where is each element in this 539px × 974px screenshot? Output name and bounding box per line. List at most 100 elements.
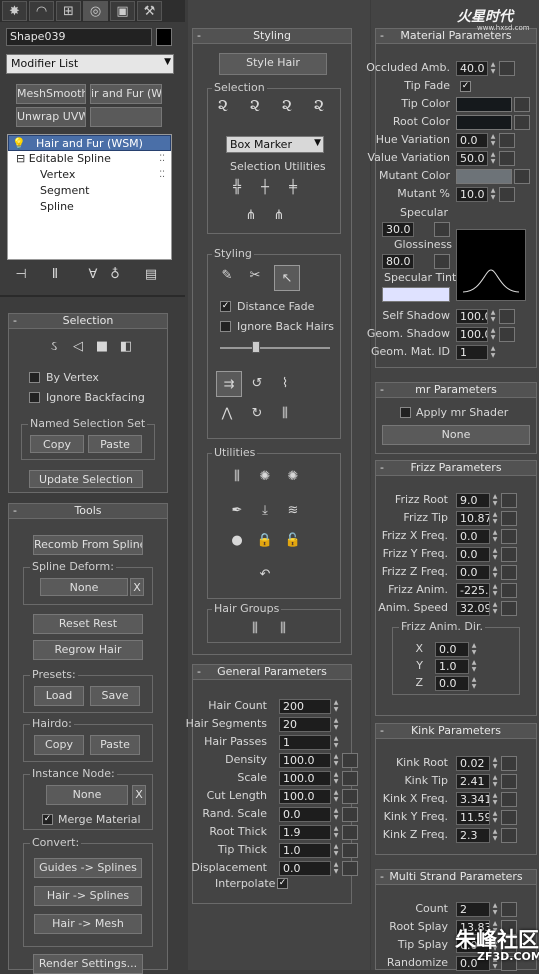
modify-icon[interactable]: ◠ (29, 1, 54, 21)
self-shadow-spinner[interactable]: 100.0 (456, 309, 488, 324)
load-preset-button[interactable]: Load (34, 686, 84, 706)
stack-item-spline[interactable]: Spline (8, 199, 171, 215)
spinner-arrows-icon[interactable]: ▲▼ (489, 345, 497, 360)
spinner-arrows-icon[interactable]: ▲▼ (489, 327, 497, 342)
root-color-swatch[interactable] (456, 115, 512, 130)
clump-icon[interactable]: ⋀ (218, 405, 236, 423)
show-hidden-icon[interactable]: ⋔ (270, 207, 288, 225)
invert-selection-icon[interactable]: ╬ (228, 179, 246, 197)
styling-rollout-header[interactable]: -Styling (193, 29, 351, 44)
spinner-arrows-icon[interactable]: ▲▼ (489, 151, 497, 166)
self-shadow-map-button[interactable] (499, 309, 515, 324)
unlock-icon[interactable]: 🔓 (284, 532, 302, 550)
merge-material-checkbox[interactable]: ✓ (42, 814, 53, 825)
modifier-list-dropdown[interactable]: Modifier List ▼ (6, 54, 174, 74)
spinner-arrows-icon[interactable]: ▲▼ (332, 699, 340, 714)
guides-to-splines-button[interactable]: Guides -> Splines (34, 858, 142, 878)
kink-y-freq-map-button[interactable] (501, 810, 517, 825)
spinner-arrows-icon[interactable]: ▲▼ (491, 792, 499, 807)
kink-parameters-header[interactable]: -Kink Parameters (376, 724, 536, 739)
show-end-result-icon[interactable]: Ⅱ (46, 266, 64, 284)
collapse-box-icon[interactable]: ⊟ (16, 152, 25, 165)
spinner-arrows-icon[interactable]: ▲▼ (489, 61, 497, 76)
select-hair-by-ends-icon[interactable]: ૨ (214, 97, 232, 115)
kink-tip-spinner[interactable]: 2.41 (456, 774, 490, 789)
root-thick-spinner[interactable]: 1.9 (279, 825, 331, 840)
frizz-z-freq-spinner[interactable]: 0.0 (456, 565, 490, 580)
geom-shadow-map-button[interactable] (499, 327, 515, 342)
undo-icon[interactable]: ↶ (256, 566, 274, 584)
spinner-arrows-icon[interactable]: ▲▼ (491, 902, 499, 917)
spinner-arrows-icon[interactable]: ▲▼ (470, 676, 478, 691)
density-spinner[interactable]: 100.0 (279, 753, 331, 768)
hue-variation-spinner[interactable]: 0.0 (456, 133, 488, 148)
frizz-root-spinner[interactable]: 9.0 (456, 493, 490, 508)
frizz-dir-x-spinner[interactable]: 0.0 (435, 642, 469, 657)
regrow-hair-button[interactable]: Regrow Hair (33, 640, 143, 660)
spinner-arrows-icon[interactable]: ▲▼ (332, 771, 340, 786)
geom-mat-id-spinner[interactable]: 1 (456, 345, 488, 360)
element-select-icon[interactable]: ◧ (117, 338, 135, 356)
save-preset-button[interactable]: Save (90, 686, 140, 706)
distance-fade-checkbox[interactable]: ✓ (220, 301, 231, 312)
frizz-y-freq-spinner[interactable]: 0.0 (456, 547, 490, 562)
scale-hair-icon[interactable]: ⫼ (276, 405, 294, 423)
stack-item-vertex[interactable]: Vertex ⁚⁚ (8, 167, 171, 183)
frizz-y-freq-map-button[interactable] (501, 547, 517, 562)
mr-parameters-header[interactable]: -mr Parameters (376, 383, 536, 398)
recomb-from-splines-button[interactable]: Recomb From Splines (33, 535, 143, 555)
spinner-arrows-icon[interactable]: ▲▼ (332, 735, 340, 750)
render-settings-button[interactable]: Render Settings... (33, 954, 143, 974)
lightbulb-icon[interactable]: 💡 (12, 136, 26, 152)
mutant-color-map-button[interactable] (514, 169, 530, 184)
hair-brush-icon[interactable]: ✎ (218, 267, 236, 285)
specular-map-button[interactable] (434, 222, 450, 237)
value-variation-map-button[interactable] (499, 151, 515, 166)
hair-fur-button[interactable]: ir and Fur (WS (90, 84, 162, 104)
spinner-arrows-icon[interactable]: ▲▼ (332, 825, 340, 840)
pop-selected-icon[interactable]: ✺ (256, 468, 274, 486)
spinner-arrows-icon[interactable]: ▲▼ (489, 309, 497, 324)
frizz-z-freq-map-button[interactable] (501, 565, 517, 580)
vertex-select-icon[interactable]: ઽ (45, 338, 63, 356)
kink-root-map-button[interactable] (501, 756, 517, 771)
unwrap-uvw-button[interactable]: Unwrap UVW (16, 107, 86, 127)
paste-selection-button[interactable]: Paste (88, 435, 142, 453)
configure-sets-icon[interactable]: ▤ (142, 266, 160, 284)
root-color-map-button[interactable] (514, 115, 530, 130)
density-map-button[interactable] (342, 753, 358, 768)
kink-x-freq-spinner[interactable]: 3.341 (456, 792, 490, 807)
spinner-arrows-icon[interactable]: ▲▼ (332, 789, 340, 804)
frizz-dir-z-spinner[interactable]: 0.0 (435, 676, 469, 691)
style-hair-button[interactable]: Style Hair (219, 53, 327, 75)
frizz-anim-spinner[interactable]: -225.0 (456, 583, 490, 598)
tip-color-map-button[interactable] (514, 97, 530, 112)
pin-stack-icon[interactable]: ⊣ (12, 266, 30, 284)
spinner-arrows-icon[interactable]: ▲▼ (489, 187, 497, 202)
general-parameters-header[interactable]: -General Parameters (193, 665, 351, 680)
displacement-map-button[interactable] (342, 861, 358, 876)
kink-z-freq-map-button[interactable] (501, 828, 517, 843)
object-color-swatch[interactable] (156, 28, 172, 46)
hair-count-spinner[interactable]: 200 (279, 699, 331, 714)
multi-strand-parameters-header[interactable]: -Multi Strand Parameters (376, 870, 536, 885)
kink-y-freq-spinner[interactable]: 11.592 (456, 810, 490, 825)
rotate-selection-icon[interactable]: ┼ (256, 179, 274, 197)
rand-scale-spinner[interactable]: 0.0 (279, 807, 331, 822)
attenuate-icon[interactable]: ⫼ (228, 468, 246, 486)
hair-to-splines-button[interactable]: Hair -> Splines (34, 886, 142, 906)
frizz-x-freq-spinner[interactable]: 0.0 (456, 529, 490, 544)
frizz-tip-spinner[interactable]: 10.87 (456, 511, 490, 526)
mr-shader-none-button[interactable]: None (382, 425, 530, 445)
toggle-collisions-icon[interactable]: ● (228, 532, 246, 550)
mutant-percent-spinner[interactable]: 10.0 (456, 187, 488, 202)
rotate-hair-icon[interactable]: ↻ (248, 405, 266, 423)
kink-tip-map-button[interactable] (501, 774, 517, 789)
frizz-x-freq-map-button[interactable] (501, 529, 517, 544)
tip-fade-checkbox[interactable]: ✓ (460, 81, 471, 92)
recomb-icon[interactable]: ⤓ (256, 502, 274, 520)
stack-item-segment[interactable]: Segment (8, 183, 171, 199)
instance-node-clear-button[interactable]: X (132, 785, 146, 805)
spinner-arrows-icon[interactable]: ▲▼ (332, 861, 340, 876)
reset-rest-icon[interactable]: ≋ (284, 502, 302, 520)
